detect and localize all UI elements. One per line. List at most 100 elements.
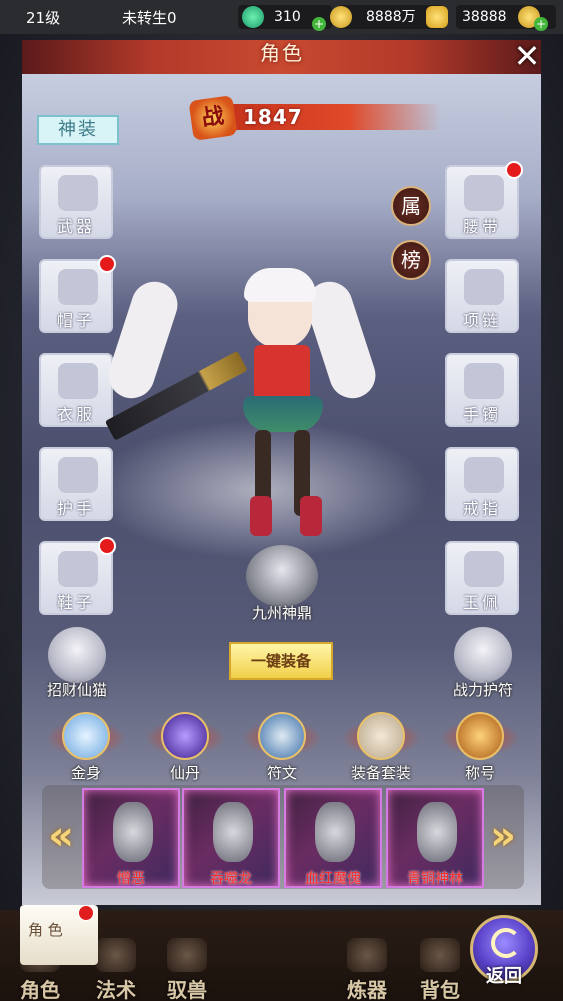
attributes-button[interactable]: 属: [391, 186, 431, 226]
jade-value: 310: [274, 9, 301, 25]
beasts-nav-icon: [167, 938, 207, 972]
feature-label: 符文: [266, 764, 297, 782]
spells-nav-icon: [96, 938, 136, 972]
game-screen: { "status_bar": { "level": "21级", "rebor…: [0, 0, 563, 1001]
slot-clothes[interactable]: 衣服: [39, 353, 113, 427]
feature-label: 仙丹: [169, 764, 200, 782]
necklace-icon: [464, 269, 504, 305]
carousel-card[interactable]: 吞噬龙: [182, 788, 280, 888]
card-label: 血红魔傀: [305, 871, 361, 887]
clothes-icon: [58, 363, 98, 399]
belt-notification-badge: [505, 161, 523, 179]
rune-icon: [258, 712, 306, 760]
back-button[interactable]: 返回: [470, 915, 538, 987]
carousel-left-arrow[interactable]: «: [47, 816, 75, 860]
nav-label: 法术: [96, 978, 136, 1001]
card-label: 青铜神林: [407, 871, 463, 887]
golden-body-icon: [62, 712, 110, 760]
equipment-set-icon: [357, 712, 405, 760]
slot-label: 衣服: [56, 405, 95, 424]
ingot-value: 38888: [462, 9, 507, 25]
cauldron-icon[interactable]: [246, 545, 318, 607]
cauldron-label: 九州神鼎: [251, 604, 312, 622]
slot-label: 手镯: [462, 405, 501, 424]
feature-golden-body[interactable]: 金身: [46, 712, 126, 783]
role-card-label: 角 色: [28, 921, 63, 939]
combat-power-emblem: 战: [188, 95, 238, 141]
one-key-equip-button[interactable]: 一键装备: [229, 642, 333, 680]
role-card[interactable]: 角 色: [20, 905, 98, 965]
nav-bag[interactable]: 背包: [410, 938, 470, 1001]
feature-label: 装备套装: [350, 764, 411, 782]
feature-rune[interactable]: 符文: [242, 712, 322, 783]
belt-icon: [464, 175, 504, 211]
slot-ring[interactable]: 戒指: [445, 447, 519, 521]
feature-label: 称号: [464, 764, 495, 782]
slot-jade-pendant[interactable]: 玉佩: [445, 541, 519, 615]
lucky-cat-button[interactable]: 招财仙猫: [32, 627, 122, 700]
bracelet-icon: [464, 363, 504, 399]
jade-icon: [242, 6, 264, 28]
slot-label: 戒指: [462, 499, 501, 518]
feature-elixir[interactable]: 仙丹: [145, 712, 225, 783]
coin-icon: [330, 6, 352, 28]
slot-label: 武器: [56, 217, 95, 236]
nav-label: 背包: [420, 978, 460, 1001]
ring-icon: [464, 457, 504, 493]
ingot-counter[interactable]: 38888 +: [426, 5, 556, 31]
nav-forge[interactable]: 炼器: [337, 938, 397, 1001]
feature-label: 金身: [70, 764, 101, 782]
back-label: 返回: [486, 966, 522, 987]
ingot-add-icon[interactable]: +: [534, 17, 548, 31]
slot-label: 鞋子: [56, 593, 95, 612]
slot-label: 玉佩: [462, 593, 501, 612]
bag-nav-icon: [420, 938, 460, 972]
slot-weapon[interactable]: 武器: [39, 165, 113, 239]
character-bangs: [244, 268, 316, 302]
jade-counter[interactable]: 310 +: [238, 5, 332, 31]
character-boot-left: [250, 496, 272, 536]
slot-label: 帽子: [56, 311, 95, 330]
lucky-cat-label: 招财仙猫: [46, 681, 107, 699]
feature-title[interactable]: 称号: [440, 712, 520, 783]
coin-value: 8888万: [366, 9, 416, 25]
jade-add-icon[interactable]: +: [312, 17, 326, 31]
creature-figure: [113, 802, 153, 862]
carousel-card[interactable]: 血红魔傀: [284, 788, 382, 888]
character-skirt: [243, 396, 323, 432]
carousel-card[interactable]: 青铜神林: [386, 788, 484, 888]
slot-bracelet[interactable]: 手镯: [445, 353, 519, 427]
panel-title: 角色: [260, 41, 304, 65]
combat-power-value: 1847: [243, 105, 303, 129]
charm-icon: [454, 627, 512, 683]
role-notification-badge: [78, 905, 94, 921]
card-label: 憎恶: [117, 871, 145, 887]
lucky-cat-icon: [48, 627, 106, 683]
title-icon: [456, 712, 504, 760]
elixir-icon: [161, 712, 209, 760]
character-boot-right: [300, 496, 322, 536]
hat-icon: [58, 269, 98, 305]
slot-gauntlet[interactable]: 护手: [39, 447, 113, 521]
slot-label: 护手: [56, 499, 95, 518]
carousel-card[interactable]: 憎恶: [82, 788, 180, 888]
status-bar: 21级 未转生0 310 + 8888万 38888 +: [0, 0, 563, 34]
power-charm-button[interactable]: 战力护符: [438, 627, 528, 700]
creature-figure: [417, 802, 457, 862]
creature-figure: [213, 802, 253, 862]
close-button[interactable]: ✕: [510, 40, 544, 72]
nav-beasts[interactable]: 驭兽: [157, 938, 217, 1001]
divine-gear-tab[interactable]: 神装: [37, 115, 119, 145]
player-level: 21级: [26, 9, 61, 27]
slot-necklace[interactable]: 项链: [445, 259, 519, 333]
gauntlet-icon: [58, 457, 98, 493]
slot-label: 腰带: [462, 217, 501, 236]
weapon-icon: [58, 175, 98, 211]
carousel-right-arrow[interactable]: »: [489, 816, 517, 860]
feature-equipment-set[interactable]: 装备套装: [341, 712, 421, 783]
forge-nav-icon: [347, 938, 387, 972]
creature-figure: [315, 802, 355, 862]
reborn-count: 未转生0: [122, 9, 177, 27]
slot-label: 项链: [462, 311, 501, 330]
power-charm-label: 战力护符: [452, 681, 513, 699]
